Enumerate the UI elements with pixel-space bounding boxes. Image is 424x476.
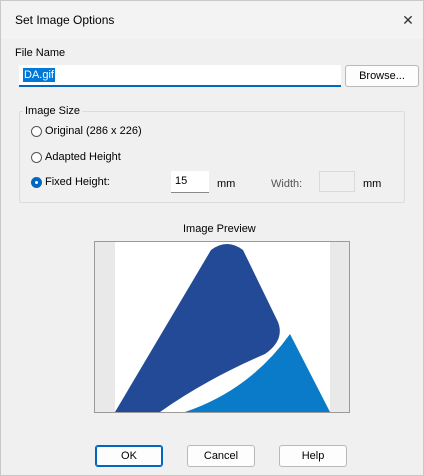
- original-size-radio[interactable]: [31, 126, 42, 137]
- height-input[interactable]: 15: [171, 171, 209, 193]
- image-preview-frame: [94, 241, 350, 413]
- logo-image: [115, 244, 330, 412]
- cancel-button[interactable]: Cancel: [187, 445, 255, 467]
- fixed-height-label[interactable]: Fixed Height:: [45, 176, 110, 188]
- width-unit-label: mm: [363, 178, 382, 190]
- close-icon[interactable]: ✕: [397, 9, 419, 31]
- file-name-input[interactable]: DA.gif: [19, 65, 341, 87]
- set-image-options-dialog: Set Image Options ✕ File Name DA.gif Bro…: [0, 0, 424, 476]
- fixed-height-radio[interactable]: [31, 177, 42, 188]
- file-name-label: File Name: [15, 47, 66, 59]
- width-label: Width:: [271, 178, 303, 190]
- adapted-height-radio[interactable]: [31, 152, 42, 163]
- image-size-group-title: Image Size: [23, 105, 83, 117]
- adapted-height-label[interactable]: Adapted Height: [45, 151, 121, 163]
- help-button[interactable]: Help: [279, 445, 347, 467]
- ok-button[interactable]: OK: [95, 445, 163, 467]
- image-preview-label: Image Preview: [183, 223, 256, 235]
- title-bar: Set Image Options ✕: [1, 1, 423, 39]
- height-unit-label: mm: [217, 178, 236, 190]
- image-preview: [115, 242, 330, 412]
- file-name-value: DA.gif: [23, 68, 55, 82]
- window-title: Set Image Options: [15, 13, 115, 27]
- width-input[interactable]: [319, 171, 355, 192]
- browse-button[interactable]: Browse...: [345, 65, 419, 87]
- original-size-label[interactable]: Original (286 x 226): [45, 125, 142, 137]
